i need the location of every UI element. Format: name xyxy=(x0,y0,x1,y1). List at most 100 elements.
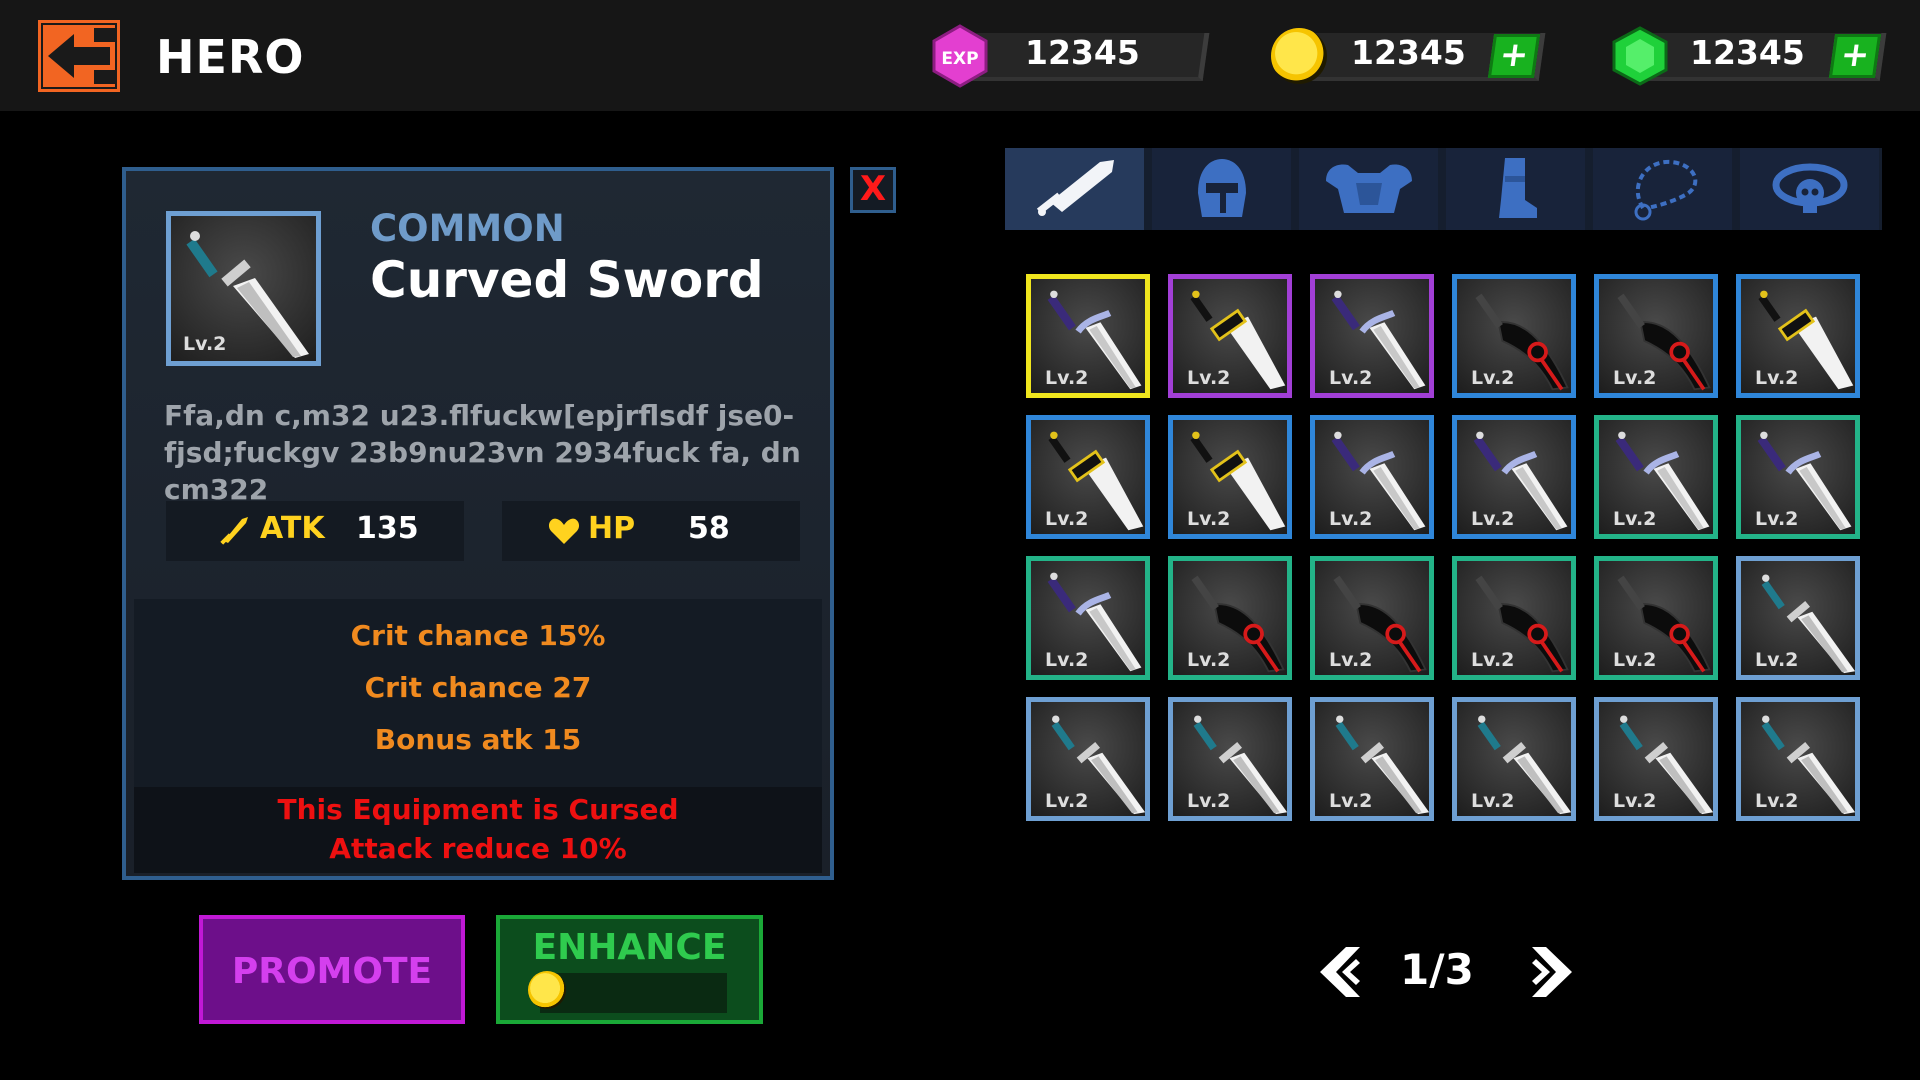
curse-line: Attack reduce 10% xyxy=(329,832,627,865)
inventory-slot[interactable]: Lv.2 xyxy=(1026,556,1150,680)
atk-stat: ATK 135 xyxy=(166,501,464,561)
slot-level: Lv.2 xyxy=(1471,508,1515,530)
inventory-slot[interactable]: Lv.2 xyxy=(1310,556,1434,680)
slot-level: Lv.2 xyxy=(1187,367,1231,389)
slot-level: Lv.2 xyxy=(1755,649,1799,671)
slot-level: Lv.2 xyxy=(1755,790,1799,812)
promote-label: PROMOTE xyxy=(231,951,433,992)
inventory-slot[interactable]: Lv.2 xyxy=(1736,274,1860,398)
svg-text:EXP: EXP xyxy=(941,49,978,69)
slot-level: Lv.2 xyxy=(1045,367,1089,389)
heart-icon xyxy=(548,518,580,544)
slot-level: Lv.2 xyxy=(1045,649,1089,671)
inventory-slot[interactable]: Lv.2 xyxy=(1026,697,1150,821)
slot-level: Lv.2 xyxy=(1613,649,1657,671)
gold-coin-icon xyxy=(1271,28,1327,84)
inventory-slot[interactable]: Lv.2 xyxy=(1310,415,1434,539)
chevron-left-icon xyxy=(1320,947,1360,997)
necklace-icon xyxy=(1634,159,1697,221)
tab-helmet[interactable] xyxy=(1152,148,1291,230)
inventory-slot[interactable]: Lv.2 xyxy=(1168,697,1292,821)
slot-level: Lv.2 xyxy=(1329,508,1373,530)
inventory-slot[interactable]: Lv.2 xyxy=(1452,697,1576,821)
atk-label: ATK xyxy=(260,511,325,546)
gold-counter: 12345 + xyxy=(1271,28,1546,84)
enhance-button[interactable]: ENHANCE xyxy=(496,915,763,1024)
slot-level: Lv.2 xyxy=(1045,790,1089,812)
slot-level: Lv.2 xyxy=(1613,790,1657,812)
item-rarity: COMMON xyxy=(370,207,565,250)
exp-value: 12345 xyxy=(1025,33,1140,72)
atk-value: 135 xyxy=(356,511,419,546)
inventory-slot[interactable]: Lv.2 xyxy=(1452,415,1576,539)
prev-page-button[interactable] xyxy=(1316,943,1368,1001)
slot-level: Lv.2 xyxy=(1045,508,1089,530)
inventory-slot[interactable]: Lv.2 xyxy=(1452,556,1576,680)
next-page-button[interactable] xyxy=(1524,943,1576,1001)
gold-coin-icon xyxy=(528,971,566,1009)
item-name: Curved Sword xyxy=(370,251,764,309)
inventory-slot[interactable]: Lv.2 xyxy=(1310,274,1434,398)
exp-counter: EXP 12345 xyxy=(931,24,1210,88)
chevron-right-icon xyxy=(1532,947,1572,997)
slot-level: Lv.2 xyxy=(1187,790,1231,812)
tab-sword[interactable] xyxy=(1005,148,1144,230)
slot-level: Lv.2 xyxy=(1471,790,1515,812)
slot-level: Lv.2 xyxy=(1613,367,1657,389)
inventory-slot[interactable]: Lv.2 xyxy=(1168,556,1292,680)
back-button[interactable] xyxy=(38,20,120,92)
inventory-grid: Lv.2 Lv.2 Lv.2 Lv.2 Lv.2 Lv.2 Lv.2 Lv.2 Lv.2 Lv.2… xyxy=(1005,230,1882,830)
inventory-slot[interactable]: Lv.2 xyxy=(1310,697,1434,821)
slot-level: Lv.2 xyxy=(1187,508,1231,530)
add-gems-button[interactable]: + xyxy=(1828,34,1882,78)
inventory-slot[interactable]: Lv.2 xyxy=(1594,274,1718,398)
item-description: Ffa,dn c,m32 u23.flfuckw[epjrflsdf jse0-… xyxy=(164,399,801,506)
page-indicator: 1/3 xyxy=(1400,945,1474,994)
gem-value: 12345 xyxy=(1690,33,1805,72)
hp-label: HP xyxy=(588,511,636,546)
curse-notice: This Equipment is Cursed Attack reduce 1… xyxy=(134,787,822,873)
inventory-slot[interactable]: Lv.2 xyxy=(1026,415,1150,539)
inventory-slot[interactable]: Lv.2 xyxy=(1736,415,1860,539)
sword-stat-icon xyxy=(220,517,248,545)
inventory-slot[interactable]: Lv.2 xyxy=(1452,274,1576,398)
item-preview: Lv.2 xyxy=(166,211,321,366)
back-arrow-icon xyxy=(38,20,120,92)
promote-button[interactable]: PROMOTE xyxy=(199,915,465,1024)
tab-armor[interactable] xyxy=(1299,148,1438,230)
slot-level: Lv.2 xyxy=(1613,508,1657,530)
slot-level: Lv.2 xyxy=(1471,649,1515,671)
tab-ring[interactable] xyxy=(1740,148,1879,230)
slot-level: Lv.2 xyxy=(1329,649,1373,671)
close-button[interactable]: X xyxy=(850,167,896,213)
slot-level: Lv.2 xyxy=(1471,367,1515,389)
tab-boots[interactable] xyxy=(1446,148,1585,230)
skull-ring-icon xyxy=(1772,163,1847,213)
bonus-line: Crit chance 27 xyxy=(364,671,592,704)
top-bar: HERO EXP 12345 12345 + 12345 + xyxy=(0,0,1920,111)
inventory-slot[interactable]: Lv.2 xyxy=(1594,556,1718,680)
bonus-line: Bonus atk 15 xyxy=(374,723,582,756)
inventory-slot[interactable]: Lv.2 xyxy=(1026,274,1150,398)
bonus-line: Crit chance 15% xyxy=(350,619,606,652)
item-level: Lv.2 xyxy=(183,333,227,355)
inventory-slot[interactable]: Lv.2 xyxy=(1168,415,1292,539)
slot-level: Lv.2 xyxy=(1329,790,1373,812)
inventory-slot[interactable]: Lv.2 xyxy=(1594,697,1718,821)
hp-stat: HP 58 xyxy=(502,501,800,561)
inventory-slot[interactable]: Lv.2 xyxy=(1594,415,1718,539)
gem-counter: 12345 + xyxy=(1610,26,1887,86)
inventory-slot[interactable]: Lv.2 xyxy=(1168,274,1292,398)
page-title: HERO xyxy=(156,30,305,84)
curse-line: This Equipment is Cursed xyxy=(277,793,679,826)
green-gem-icon xyxy=(1612,26,1668,86)
enhance-label: ENHANCE xyxy=(532,927,727,968)
enhance-progress-bar xyxy=(540,973,727,1013)
tab-necklace[interactable] xyxy=(1593,148,1732,230)
inventory-slot[interactable]: Lv.2 xyxy=(1736,697,1860,821)
inventory-slot[interactable]: Lv.2 xyxy=(1736,556,1860,680)
add-gold-button[interactable]: + xyxy=(1487,34,1541,78)
sword-icon xyxy=(1036,160,1114,216)
slot-level: Lv.2 xyxy=(1329,367,1373,389)
boot-icon xyxy=(1498,158,1537,218)
